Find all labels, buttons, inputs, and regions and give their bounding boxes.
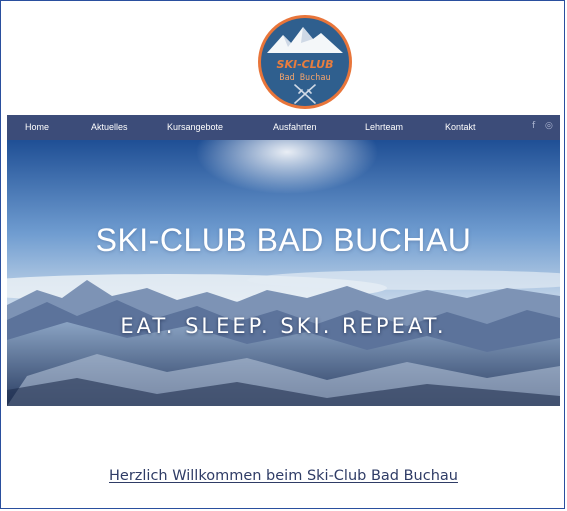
- logo-emblem: SKI-CLUB Bad Buchau: [258, 15, 352, 109]
- hero-subtitle: EAT. SLEEP. SKI. REPEAT.: [120, 314, 447, 338]
- nav-kontakt[interactable]: Kontakt: [445, 122, 476, 132]
- logo-text-line2: Bad Buchau: [279, 73, 330, 83]
- mountain-landscape-image: [7, 140, 560, 406]
- hero-title: SKI-CLUB BAD BUCHAU: [95, 222, 472, 258]
- welcome-heading[interactable]: Herzlich Willkommen beim Ski-Club Bad Bu…: [1, 468, 566, 484]
- nav-kursangebote[interactable]: Kursangebote: [167, 122, 223, 132]
- club-logo[interactable]: SKI-CLUB Bad Buchau: [255, 13, 355, 111]
- hero-banner: SKI-CLUB BAD BUCHAU EAT. SLEEP. SKI. REP…: [7, 140, 560, 406]
- nav-home[interactable]: Home: [25, 122, 49, 132]
- main-navigation: Home Aktuelles Kursangebote Ausfahrten L…: [7, 115, 560, 140]
- nav-aktuelles[interactable]: Aktuelles: [91, 122, 128, 132]
- facebook-icon[interactable]: f: [532, 121, 535, 131]
- logo-text-line1: SKI-CLUB: [277, 58, 334, 71]
- instagram-icon[interactable]: ◎: [545, 121, 553, 131]
- nav-lehrteam[interactable]: Lehrteam: [365, 122, 403, 132]
- nav-ausfahrten[interactable]: Ausfahrten: [273, 122, 317, 132]
- page-frame: SKI-CLUB Bad Buchau Home Aktuelles Kursa…: [0, 0, 565, 509]
